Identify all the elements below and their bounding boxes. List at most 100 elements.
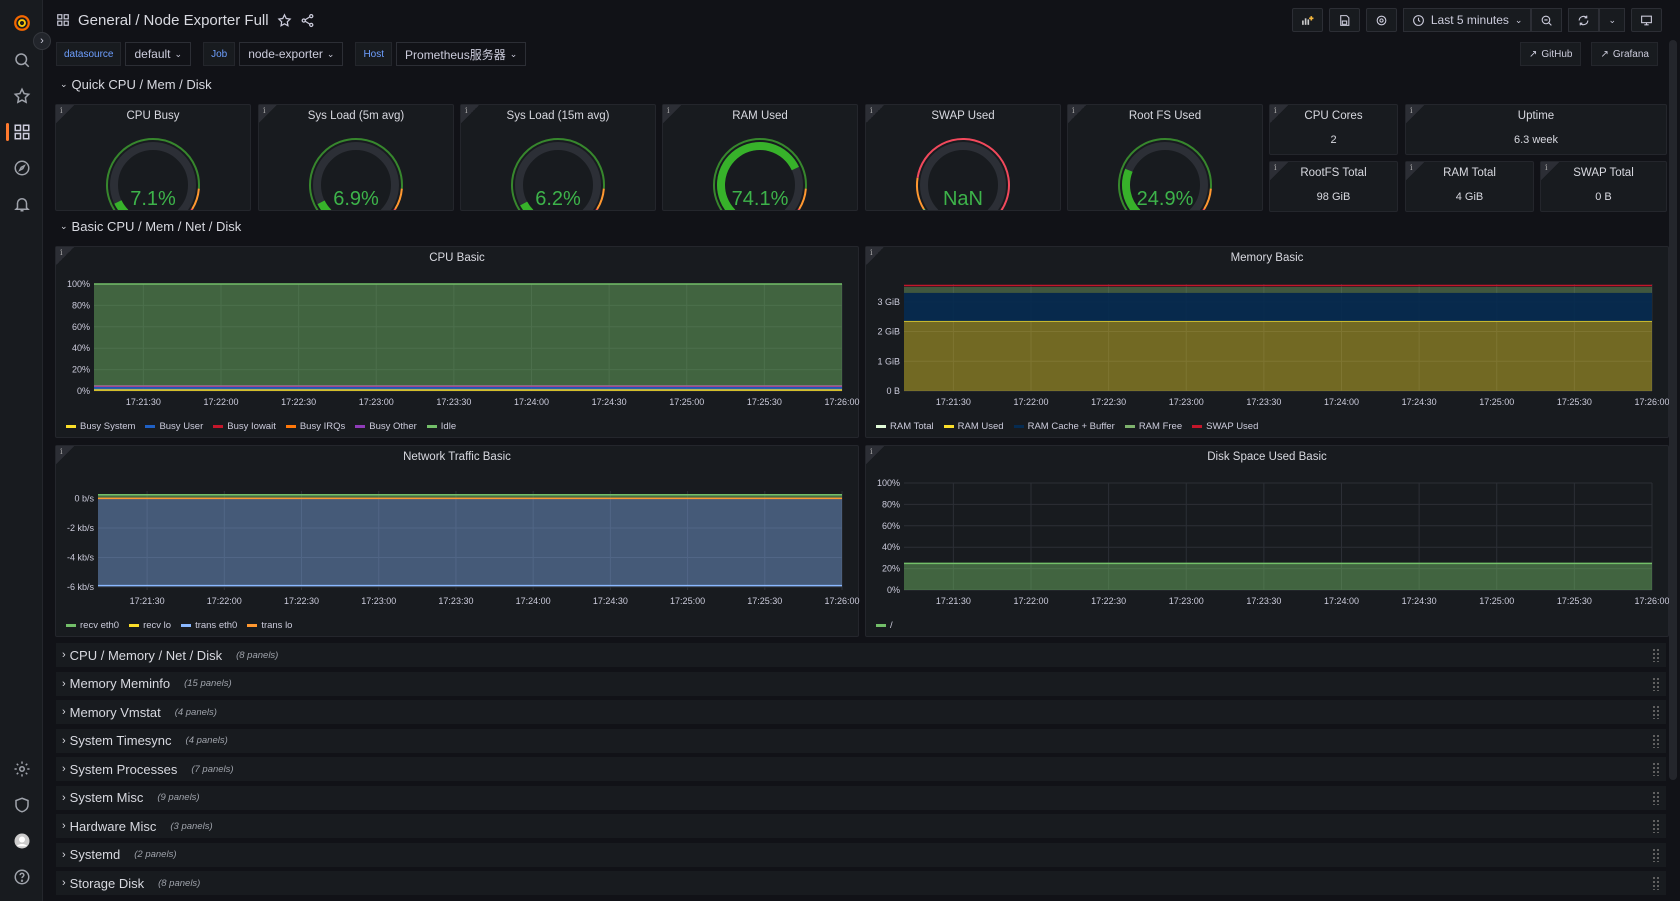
legend-item[interactable]: Busy System xyxy=(66,421,135,432)
variable-value: Prometheus服务器 xyxy=(405,47,506,62)
area-disk xyxy=(904,563,1652,590)
variable-label: datasource xyxy=(56,42,122,66)
drag-handle-icon[interactable] xyxy=(1652,790,1660,805)
gauge-panel[interactable]: i Sys Load (5m avg) 6.9% xyxy=(258,104,454,211)
legend-swatch xyxy=(247,624,258,627)
stat-value: 6.3 week xyxy=(1513,134,1559,146)
gauge-panel[interactable]: i RAM Used 74.1% xyxy=(662,104,858,211)
x-tick-label: 17:25:00 xyxy=(670,596,705,606)
datasource-select[interactable]: default ⌄ xyxy=(125,42,192,66)
legend-item[interactable]: trans lo xyxy=(247,620,292,631)
timeseries-panel[interactable]: i Network Traffic Basic 0 b/s -2 kb/s -4 kb/… xyxy=(55,445,860,637)
stat-panel[interactable]: i RootFS Total 98 GiB xyxy=(1269,161,1398,212)
collapsed-row[interactable]: › Systemd (2 panels) xyxy=(56,842,1666,867)
collapsed-row[interactable]: › System Processes (7 panels) xyxy=(56,757,1666,781)
expand-nav-button[interactable]: › xyxy=(33,32,51,50)
legend-item[interactable]: Busy User xyxy=(145,421,203,432)
panel-title: SWAP Used xyxy=(931,110,995,122)
gauge-panel[interactable]: i CPU Busy 7.1% xyxy=(55,104,251,211)
collapsed-row[interactable]: › System Misc (9 panels) xyxy=(56,785,1666,810)
refresh-button[interactable] xyxy=(1568,8,1600,32)
avatar[interactable] xyxy=(0,829,43,853)
shield-icon[interactable] xyxy=(0,793,43,817)
dashboard-title[interactable]: Node Exporter Full xyxy=(144,12,269,29)
legend-item[interactable]: / xyxy=(876,620,893,631)
settings-button[interactable] xyxy=(1365,8,1397,32)
collapsed-row[interactable]: › Storage Disk (8 panels) xyxy=(56,871,1666,895)
legend-item[interactable]: RAM Used xyxy=(943,421,1004,432)
share-icon[interactable] xyxy=(300,13,315,28)
legend-item[interactable]: RAM Cache + Buffer xyxy=(1013,421,1115,432)
refresh-interval-dropdown[interactable]: ⌄ xyxy=(1599,8,1625,32)
drag-handle-icon[interactable] xyxy=(1652,733,1660,748)
drag-handle-icon[interactable] xyxy=(1652,648,1660,662)
star-icon[interactable] xyxy=(277,12,292,28)
github-link[interactable]: ↗ GitHub xyxy=(1519,42,1582,66)
drag-handle-icon[interactable] xyxy=(1652,705,1660,719)
grafana-logo-icon[interactable] xyxy=(0,11,43,35)
legend-item[interactable]: trans eth0 xyxy=(181,620,237,631)
gauge-panel[interactable]: i SWAP Used NaN xyxy=(865,104,1061,211)
star-icon[interactable] xyxy=(0,84,43,108)
legend-item[interactable]: SWAP Used xyxy=(1192,421,1258,432)
stat-panel[interactable]: i Uptime 6.3 week xyxy=(1405,104,1667,155)
page-title[interactable]: General / Node Exporter Full xyxy=(78,12,269,29)
drag-handle-icon[interactable] xyxy=(1652,876,1660,890)
alerting-icon[interactable] xyxy=(0,192,43,216)
legend-item[interactable]: RAM Total xyxy=(876,421,934,432)
y-tick-label: 60% xyxy=(882,521,900,531)
panel-title: RAM Total xyxy=(1443,167,1496,179)
x-tick-label: 17:24:30 xyxy=(1402,596,1437,606)
drag-handle-icon[interactable] xyxy=(1652,819,1660,833)
add-panel-button[interactable] xyxy=(1291,8,1323,32)
stat-panel[interactable]: i SWAP Total 0 B xyxy=(1540,161,1667,212)
dashboards-icon[interactable] xyxy=(0,120,43,144)
row-basic[interactable]: ⌄ Basic CPU / Mem / Net / Disk xyxy=(60,219,241,234)
gauge-value: 6.9% xyxy=(333,188,379,210)
timeseries-panel[interactable]: i Disk Space Used Basic 0% 20% 40% 60% 80% 100%… xyxy=(865,445,1670,637)
stat-panel[interactable]: i RAM Total 4 GiB xyxy=(1405,161,1534,212)
variable-value: default xyxy=(134,47,171,61)
legend-label: Busy User xyxy=(159,421,204,432)
collapsed-row[interactable]: › System Timesync (4 panels) xyxy=(56,728,1666,753)
collapsed-row[interactable]: › Memory Vmstat (4 panels) xyxy=(56,700,1666,724)
variable-label: Host xyxy=(355,42,393,66)
drag-handle-icon[interactable] xyxy=(1652,762,1660,776)
legend-item[interactable]: recv eth0 xyxy=(66,620,119,631)
time-picker[interactable]: Last 5 minutes ⌄ xyxy=(1402,8,1532,32)
folder-link[interactable]: General xyxy=(78,12,131,29)
explore-icon[interactable] xyxy=(0,156,43,180)
tv-mode-button[interactable] xyxy=(1631,8,1662,32)
collapsed-row[interactable]: › Hardware Misc (3 panels) xyxy=(56,814,1666,838)
timeseries-panel[interactable]: i CPU Basic 0% 20% 40% 60% 80% 100% 17:21:30 17:2… xyxy=(55,246,860,438)
stat-panel[interactable]: i CPU Cores 2 xyxy=(1269,104,1398,155)
x-tick-label: 17:21:30 xyxy=(936,397,971,407)
gauge-value: 74.1% xyxy=(732,188,789,210)
drag-handle-icon[interactable] xyxy=(1652,847,1660,862)
job-select[interactable]: node-exporter ⌄ xyxy=(239,42,344,66)
drag-handle-icon[interactable] xyxy=(1652,676,1660,691)
save-dashboard-button[interactable] xyxy=(1328,8,1360,32)
chart-plot: 0% 20% 40% 60% 80% 100% 17:21:30 17:22:00 17:22:… xyxy=(877,478,1670,606)
grafana-link[interactable]: ↗ Grafana xyxy=(1591,42,1658,66)
row-quick[interactable]: ⌄ Quick CPU / Mem / Disk xyxy=(60,77,212,92)
legend-item[interactable]: Busy Iowait xyxy=(213,421,276,432)
legend-item[interactable]: recv lo xyxy=(129,620,171,631)
collapsed-row[interactable]: › Memory Meminfo (15 panels) xyxy=(56,671,1666,696)
legend-item[interactable]: Idle xyxy=(426,421,456,432)
help-icon[interactable] xyxy=(0,865,43,889)
collapsed-row[interactable]: › CPU / Memory / Net / Disk (8 panels) xyxy=(56,643,1666,667)
gauge-panel[interactable]: i Root FS Used 24.9% xyxy=(1067,104,1263,211)
legend-item[interactable]: Busy IRQs xyxy=(285,421,345,432)
host-select[interactable]: Prometheus服务器 ⌄ xyxy=(396,42,527,66)
timeseries-panel[interactable]: i Memory Basic 0 B1 GiB 2 GiB 3 GiB 17:21:30 1… xyxy=(865,246,1670,438)
legend-item[interactable]: RAM Free xyxy=(1124,421,1182,432)
gauge-panel[interactable]: i Sys Load (15m avg) 6.2% xyxy=(460,104,656,211)
chart-legend: recv eth0 recv lo trans eth0 trans lo xyxy=(66,620,292,631)
zoom-out-button[interactable] xyxy=(1531,8,1563,32)
legend-label: RAM Cache + Buffer xyxy=(1027,421,1115,432)
search-icon[interactable] xyxy=(0,48,43,72)
scrollbar[interactable] xyxy=(1669,40,1677,780)
legend-item[interactable]: Busy Other xyxy=(355,421,417,432)
gear-icon[interactable] xyxy=(0,757,43,781)
